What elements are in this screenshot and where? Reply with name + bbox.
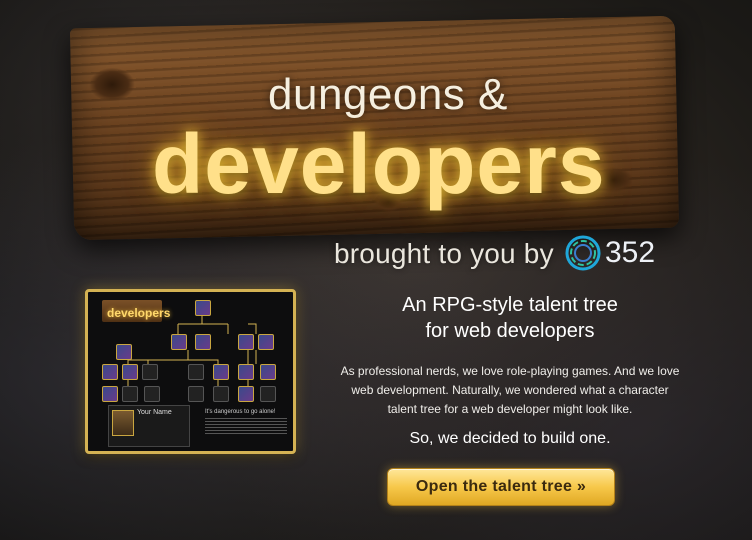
wood-knot bbox=[88, 67, 136, 102]
talent-node bbox=[238, 386, 254, 402]
sign-title-line1: dungeons & bbox=[268, 70, 508, 119]
talent-node bbox=[102, 364, 118, 380]
sign-title-line2: developers bbox=[152, 117, 606, 211]
talent-node bbox=[188, 386, 204, 402]
talent-tree-preview[interactable]: developers Your Name It's dangerous to g… bbox=[85, 289, 296, 454]
talent-node bbox=[188, 364, 204, 380]
talent-node bbox=[122, 386, 138, 402]
talent-node bbox=[102, 386, 118, 402]
preview-body-text bbox=[205, 418, 287, 436]
talent-node bbox=[144, 386, 160, 402]
talent-node bbox=[213, 364, 229, 380]
character-portrait bbox=[112, 410, 134, 436]
character-card: Your Name bbox=[108, 405, 190, 447]
headline-line2: for web developers bbox=[425, 320, 595, 342]
talent-node bbox=[238, 334, 254, 350]
talent-node bbox=[122, 364, 138, 380]
talent-node bbox=[260, 386, 276, 402]
talent-node bbox=[238, 364, 254, 380]
talent-node bbox=[260, 364, 276, 380]
talent-node bbox=[171, 334, 187, 350]
headline: An RPG-style talent tree for web develop… bbox=[360, 292, 660, 344]
talent-node bbox=[213, 386, 229, 402]
open-talent-tree-label: Open the talent tree » bbox=[415, 478, 587, 495]
character-name: Your Name bbox=[137, 409, 172, 416]
logo-text: 352 bbox=[605, 236, 656, 269]
talent-node bbox=[142, 364, 158, 380]
subheadline: So, we decided to build one. bbox=[409, 430, 611, 447]
talent-node bbox=[195, 334, 211, 350]
talent-node bbox=[116, 344, 132, 360]
brought-by-text: brought to you by bbox=[334, 238, 554, 269]
talent-node bbox=[258, 334, 274, 350]
company-logo[interactable]: 352 bbox=[563, 233, 655, 273]
open-talent-tree-button[interactable]: Open the talent tree » bbox=[387, 468, 615, 506]
intro-paragraph: As professional nerds, we love role-play… bbox=[340, 364, 680, 416]
preview-alone-text: It's dangerous to go alone! bbox=[205, 409, 276, 415]
headline-line1: An RPG-style talent tree bbox=[402, 294, 618, 316]
talent-node bbox=[195, 300, 211, 316]
352-ring-logo-icon bbox=[565, 235, 601, 271]
